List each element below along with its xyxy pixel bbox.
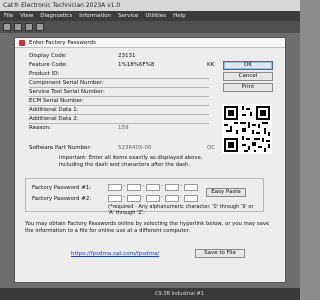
fp1-field-3[interactable] — [146, 184, 160, 191]
fp2-field-1[interactable] — [108, 195, 122, 202]
info-text: You may obtain Factory Passwords online … — [25, 221, 270, 234]
fp2-field-3[interactable] — [146, 195, 160, 202]
fp2-field-2[interactable] — [127, 195, 141, 202]
dash-separator: - — [161, 183, 163, 189]
display-code-value: 23131 — [118, 53, 136, 59]
fp1-field-5[interactable] — [184, 184, 198, 191]
feature-code-label: Feature Code: — [29, 62, 68, 68]
ecm-serial-label: ECM Serial Number: — [29, 98, 84, 104]
ok-button[interactable]: OK — [223, 61, 273, 70]
fp2-field-4[interactable] — [165, 195, 179, 202]
fpsdma-link[interactable]: https://fpsdma.cat.com/fpsdma/ — [71, 251, 159, 257]
factory-password-group: Factory Password #1: Factory Password #2… — [25, 178, 264, 216]
dash-separator: - — [142, 194, 144, 200]
feature-code-value: 1%18%6F%8 — [118, 62, 155, 68]
fp1-field-2[interactable] — [127, 184, 141, 191]
dash-separator: - — [123, 194, 125, 200]
menu-diagnostics[interactable]: Diagnostics — [40, 11, 72, 21]
easy-paste-button[interactable]: Easy Paste — [206, 188, 246, 197]
app-icon — [19, 40, 25, 46]
important-note: Important: Enter all items exactly as di… — [59, 155, 203, 168]
dialog-title-bar: Enter Factory Passwords — [15, 38, 285, 48]
toolbar-button-1[interactable] — [3, 23, 11, 31]
qr-code-icon — [222, 104, 272, 154]
fp1-field-4[interactable] — [165, 184, 179, 191]
fp2-field-5[interactable] — [184, 195, 198, 202]
toolbar-button-2[interactable] — [14, 23, 22, 31]
app-title: Cat® Electronic Technician 2023A v1.0 — [3, 2, 121, 9]
dash-separator: - — [161, 194, 163, 200]
dash-separator: - — [180, 194, 182, 200]
product-id-label: Product ID: — [29, 71, 60, 77]
dash-separator: - — [180, 183, 182, 189]
reason-value: 159 — [118, 125, 129, 131]
toolbar — [0, 21, 300, 33]
separator — [29, 105, 209, 106]
menu-information[interactable]: Information — [79, 11, 111, 21]
toolbar-button-4[interactable] — [36, 23, 44, 31]
status-ecm: C9.3B Industrial #1 — [155, 291, 204, 297]
additional-data-1-label: Additional Data 1: — [29, 107, 79, 113]
print-button[interactable]: Print — [223, 83, 273, 92]
component-serial-label: Component Serial Number: — [29, 80, 104, 86]
menu-view[interactable]: View — [20, 11, 33, 21]
app-title-bar: Cat® Electronic Technician 2023A v1.0 — [0, 0, 300, 11]
reason-label: Reason: — [29, 125, 51, 131]
menu-bar: File View Diagnostics Information Servic… — [0, 11, 300, 21]
software-part-extra: QC — [207, 145, 216, 151]
password-hint: (*required - Any alphanumeric character.… — [108, 204, 254, 216]
display-code-label: Display Code: — [29, 53, 67, 59]
service-tool-serial-label: Service Tool Serial Number: — [29, 89, 105, 95]
menu-utilities[interactable]: Utilities — [145, 11, 166, 21]
additional-data-2-label: Additional Data 2: — [29, 116, 79, 122]
separator — [29, 96, 209, 97]
factory-password-2-label: Factory Password #2: — [32, 196, 92, 202]
menu-help[interactable]: Help — [173, 11, 186, 21]
factory-password-1-label: Factory Password #1: — [32, 185, 92, 191]
dialog-title: Enter Factory Passwords — [29, 40, 96, 46]
separator — [29, 87, 209, 88]
software-part-value: 5236405-00 — [118, 145, 152, 151]
factory-password-dialog: Enter Factory Passwords Display Code: 23… — [14, 37, 286, 283]
feature-code-extra: KK — [207, 62, 215, 68]
menu-service[interactable]: Service — [118, 11, 138, 21]
dash-separator: - — [123, 183, 125, 189]
separator — [29, 78, 209, 79]
separator — [29, 114, 209, 115]
fp1-field-1[interactable] — [108, 184, 122, 191]
dash-separator: - — [142, 183, 144, 189]
software-part-label: Software Part Number: — [29, 145, 92, 151]
separator — [29, 123, 209, 124]
save-to-file-button[interactable]: Save to File — [195, 249, 245, 258]
toolbar-button-3[interactable] — [25, 23, 33, 31]
cancel-button[interactable]: Cancel — [223, 72, 273, 81]
status-bar: C9.3B Industrial #1 — [0, 288, 300, 300]
menu-file[interactable]: File — [4, 11, 13, 21]
